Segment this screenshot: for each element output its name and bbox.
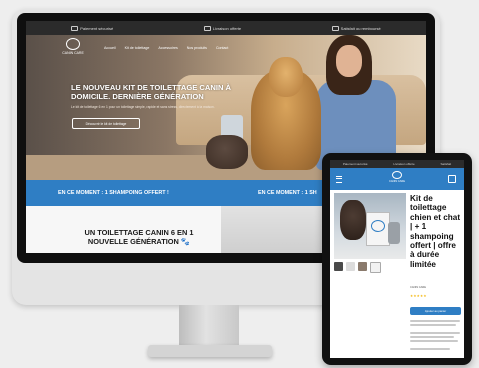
tablet-logo[interactable]: CANIN CARE <box>386 171 408 187</box>
nav-item-accessories[interactable]: Accessoires <box>158 46 177 50</box>
thumbnail[interactable] <box>358 262 367 271</box>
nav-item-kit[interactable]: Kit de toilettage <box>125 46 150 50</box>
description-line <box>410 324 456 326</box>
hero-title: LE NOUVEAU KIT DE TOILETTAGE CANIN À DOM… <box>71 83 232 101</box>
nav-item-products[interactable]: Nos produits <box>187 46 207 50</box>
hamburger-menu-icon[interactable] <box>336 176 342 183</box>
hero-woman-face <box>336 45 362 77</box>
product-thumbnails <box>334 262 381 273</box>
product-brand: CANIN CARE <box>410 286 426 289</box>
site-logo[interactable]: CANIN CARE <box>60 38 86 60</box>
hero-subtitle: Le kit de toilettage 6 en 1 pour un toil… <box>71 105 215 109</box>
nav-item-contact[interactable]: Contact <box>216 46 228 50</box>
description-line <box>410 340 458 342</box>
add-to-cart-button[interactable]: Ajouter au panier <box>410 307 461 315</box>
thumbnail[interactable] <box>370 262 381 273</box>
description-line <box>410 320 460 322</box>
tablet-website: Paiement sécurisé Livraison offerte Sati… <box>330 160 464 358</box>
truck-icon <box>71 25 79 31</box>
monitor-stand-base <box>148 345 272 357</box>
nav-item-home[interactable]: Accueil <box>104 46 116 50</box>
rating-stars-icon: ★★★★★ <box>410 294 427 298</box>
description-line <box>410 332 460 334</box>
gift-icon <box>203 25 211 31</box>
box-logo-icon <box>371 220 385 232</box>
logo-heart-icon <box>392 171 402 179</box>
topbar-item-shipping: Livraison offerte <box>203 25 241 31</box>
description-line <box>410 336 454 338</box>
tablet-topbar: Paiement sécurisé Livraison offerte Sati… <box>330 160 464 168</box>
logo-heart-icon <box>66 38 80 50</box>
monitor-stand-neck <box>179 305 239 347</box>
topbar-item-payment: Paiement sécurisé <box>71 25 113 31</box>
product-image-tool <box>388 222 400 244</box>
hero-dog-head <box>269 57 303 97</box>
product-image-dog <box>340 200 366 240</box>
thumbnail[interactable] <box>346 262 355 271</box>
hero-small-dog <box>206 135 248 169</box>
topbar-item-guarantee: Satisfait ou remboursé <box>331 25 381 31</box>
shield-icon <box>331 25 339 31</box>
promo-text-repeat: EN CE MOMENT : 1 SH <box>258 190 317 196</box>
thumbnail[interactable] <box>334 262 343 271</box>
main-nav: Accueil Kit de toilettage Accessoires No… <box>104 46 228 50</box>
cart-icon[interactable] <box>448 175 456 183</box>
desktop-topbar: Paiement sécurisé Livraison offerte Sati… <box>26 21 426 35</box>
product-title: Kit de toilettage chien et chat | + 1 sh… <box>410 194 461 269</box>
description-line <box>410 348 450 350</box>
features-title: UN TOILETTAGE CANIN 6 EN 1 NOUVELLE GÉNÉ… <box>84 228 194 246</box>
promo-text: EN CE MOMENT : 1 SHAMPOING OFFERT ! <box>58 190 169 196</box>
discover-kit-button[interactable]: Découvrir le kit de toilettage <box>72 118 140 129</box>
